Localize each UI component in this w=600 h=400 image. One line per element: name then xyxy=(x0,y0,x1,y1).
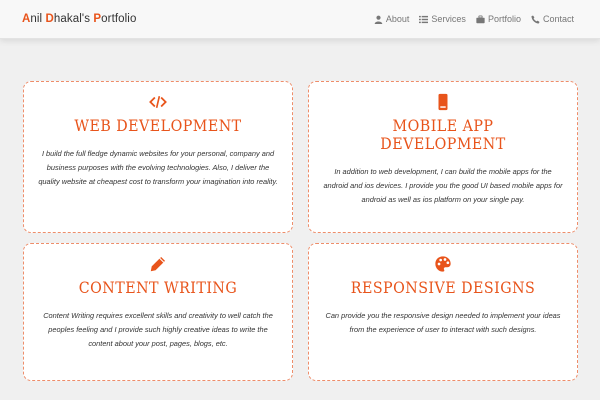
brand-text: nil xyxy=(30,13,46,25)
mobile-icon xyxy=(323,93,563,111)
brand-logo[interactable]: Anil Dhakal's Portfolio xyxy=(22,13,136,25)
nav-services[interactable]: Services xyxy=(419,14,466,24)
service-title: Responsive Designs xyxy=(350,279,536,297)
list-icon xyxy=(419,15,429,23)
service-title: Web Development xyxy=(74,117,242,135)
nav-portfolio[interactable]: Portfolio xyxy=(476,14,521,24)
service-title: Content Writing xyxy=(78,279,238,297)
nav-label: Services xyxy=(431,14,466,24)
brand-text: hakal's xyxy=(53,13,94,25)
nav-about[interactable]: About xyxy=(374,14,410,24)
service-description: In addition to web development, I can bu… xyxy=(323,167,563,204)
nav-label: Portfolio xyxy=(487,14,521,24)
nav-contact[interactable]: Contact xyxy=(531,14,574,24)
user-icon xyxy=(374,15,383,24)
service-card-mobile-app-development: Mobile App Development In addition to we… xyxy=(308,81,578,233)
nav-menu: About Services Portfolio Contact xyxy=(374,14,574,24)
briefcase-icon xyxy=(476,14,485,23)
brand-text: ortfolio xyxy=(101,13,137,25)
service-description: Content Writing requires excellent skill… xyxy=(43,311,273,348)
palette-icon xyxy=(323,255,563,273)
nav-label: About xyxy=(385,14,410,24)
service-description: Can provide you the responsive design ne… xyxy=(325,311,561,334)
service-card-web-development: Web Development I build the full fledge … xyxy=(23,81,293,233)
brand-initial-p: P xyxy=(93,13,102,25)
service-card-content-writing: Content Writing Content Writing requires… xyxy=(23,243,293,381)
navbar: Anil Dhakal's Portfolio About Services P… xyxy=(0,0,600,39)
service-title: Mobile App Development xyxy=(380,117,506,153)
service-description: I build the full fledge dynamic websites… xyxy=(38,149,278,186)
service-card-responsive-designs: Responsive Designs Can provide you the r… xyxy=(308,243,578,381)
phone-icon xyxy=(531,14,540,24)
pencil-icon xyxy=(38,255,278,273)
brand-initial-d: D xyxy=(45,13,54,25)
code-icon xyxy=(38,93,278,111)
nav-label: Contact xyxy=(542,14,574,24)
